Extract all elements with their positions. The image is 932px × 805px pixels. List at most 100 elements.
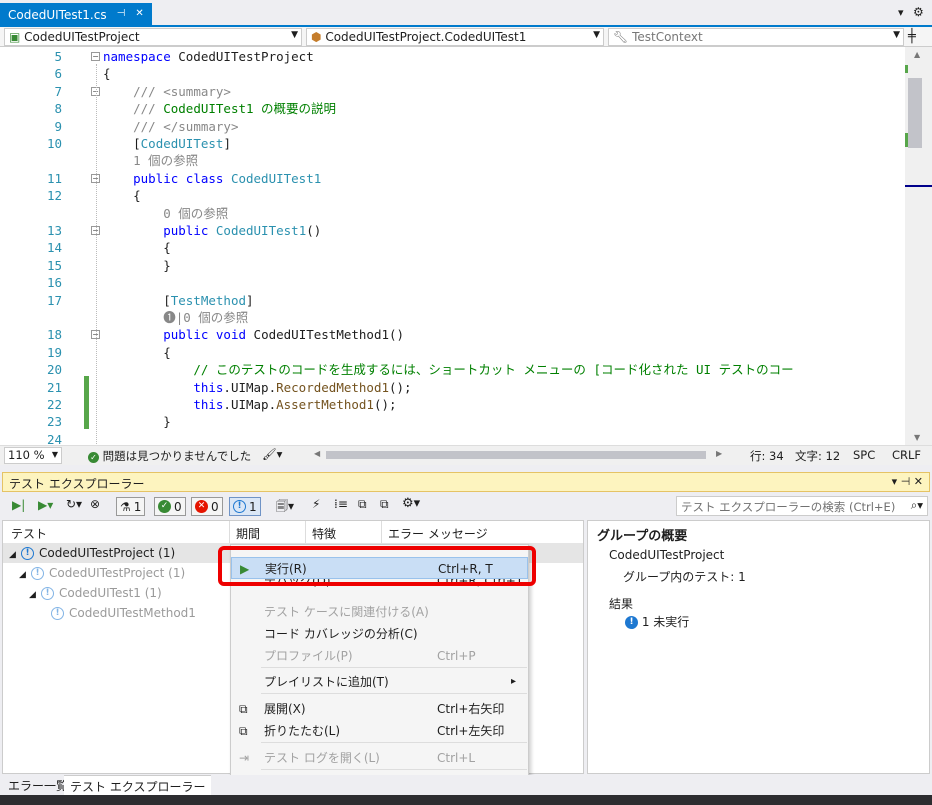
menu-item[interactable]: プレイリストに追加(T) ▸ [231, 671, 528, 693]
scroll-left-icon[interactable]: ◀ [314, 449, 320, 458]
close-icon[interactable]: ✕ [135, 8, 143, 22]
class-combo[interactable]: ⬢ CodedUITestProject.CodedUITest1 ▼ [306, 28, 604, 46]
split-window-icon[interactable]: ╪ [908, 29, 916, 44]
scroll-down-icon[interactable]: ▼ [914, 433, 920, 442]
code-text: [TestMethod] [103, 292, 254, 308]
code-line[interactable]: 9 /// </summary> [0, 118, 905, 135]
test-search-input[interactable]: テスト エクスプローラーの検索 (Ctrl+E) ⌕▾ [676, 496, 928, 516]
code-line[interactable]: 8 /// CodedUITest1 の概要の説明 [0, 100, 905, 117]
code-line[interactable]: 0 個の参照 [0, 205, 905, 222]
code-line[interactable]: 12 { [0, 187, 905, 204]
test-explorer-toolbar: ▶︎| ▶▾ ↻▾ ⊗ ⚗ 1 ✓ 0 ✕ 0 ! 1 🗐▾ ⚡ ⁞≡ ⧉ ⧉ … [2, 492, 930, 520]
collapse-all-icon[interactable]: ⧉ [380, 497, 389, 512]
code-line[interactable]: 6{ [0, 65, 905, 82]
code-line[interactable]: 23 } [0, 413, 905, 430]
playlist-icon[interactable]: 🗐▾ [276, 497, 294, 518]
total-tests-badge[interactable]: ⚗ 1 [116, 497, 146, 516]
line-number: 15 [46, 257, 62, 273]
passed-tests-badge[interactable]: ✓ 0 [154, 497, 186, 516]
run-all-icon[interactable]: ▶︎| [12, 498, 25, 512]
project-combo-value: CodedUITestProject [24, 30, 140, 44]
vertical-scrollbar[interactable]: ▲ ▼ [905, 47, 932, 445]
group-by-icon[interactable]: ⁞≡ [334, 497, 348, 511]
menu-item[interactable]: プロファイル(P) Ctrl+P [231, 645, 528, 667]
code-line[interactable]: 15 } [0, 257, 905, 274]
code-line[interactable]: 20 // このテストのコードを生成するには、ショートカット メニューの [コー… [0, 361, 905, 378]
code-line[interactable]: 14 { [0, 239, 905, 256]
menu-item[interactable]: ⧉ 展開(X) Ctrl+右矢印 [231, 698, 528, 720]
info-icon: ! [31, 567, 44, 580]
class-combo-value: CodedUITestProject.CodedUITest1 [325, 30, 527, 44]
code-text: [CodedUITest] [103, 136, 231, 151]
collapse-toggle-icon[interactable]: − [91, 52, 100, 61]
menu-item[interactable]: コード カバレッジの分析(C) [231, 623, 528, 645]
run-icon[interactable]: ▶▾ [38, 498, 53, 512]
search-placeholder: テスト エクスプローラーの検索 (Ctrl+E) [681, 500, 896, 514]
document-tab[interactable]: CodedUITest1.cs ⊣ ✕ [0, 3, 152, 27]
change-indicator [905, 65, 908, 73]
menu-item[interactable]: テスト ケースに関連付ける(A) [231, 601, 528, 623]
failed-tests-badge[interactable]: ✕ 0 [191, 497, 223, 516]
expand-arrow-icon[interactable]: ◢ [9, 545, 21, 565]
panel-controls[interactable]: ▾ ⊣ ✕ [892, 475, 923, 488]
notrun-tests-badge[interactable]: ! 1 [229, 497, 261, 516]
change-indicator [905, 133, 908, 147]
column-header-error-message[interactable]: エラー メッセージ [381, 521, 494, 543]
pin-icon[interactable]: ⊣ [117, 8, 126, 22]
test-tree-label: CodedUITestProject (1) [39, 546, 176, 560]
run-after-build-icon[interactable]: ⚡ [312, 497, 320, 511]
scroll-up-icon[interactable]: ▲ [914, 50, 920, 59]
tab-test-explorer[interactable]: テスト エクスプローラー [64, 775, 212, 795]
line-number: 14 [46, 240, 62, 256]
error-circle-icon: ✕ [195, 500, 208, 513]
code-line[interactable]: 22 this.UIMap.AssertMethod1(); [0, 396, 905, 413]
expand-arrow-icon[interactable]: ◢ [19, 565, 31, 585]
line-number: 23 [46, 414, 62, 430]
member-combo[interactable]: 🔧︎ TestContext ▼ [608, 28, 904, 46]
code-text: public void CodedUITestMethod1() [163, 327, 405, 343]
code-line[interactable]: 16 [0, 274, 905, 291]
cancel-run-icon[interactable]: ⊗ [90, 497, 100, 511]
code-line[interactable]: 5 − namespace CodedUITestProject [0, 48, 905, 65]
editor-status-bar: 110 % ▼ ✓ 問題は見つかりませんでした 🖌︎▾ ◀ ▶ 行: 34 文字… [0, 445, 932, 465]
document-tab-bar: CodedUITest1.cs ⊣ ✕ ▾ ⚙ [0, 0, 932, 27]
repeat-run-icon[interactable]: ↻▾ [66, 497, 82, 511]
expand-arrow-icon[interactable]: ◢ [29, 585, 41, 605]
code-line[interactable]: 7− /// <summary> [0, 83, 905, 100]
expand-all-icon[interactable]: ⧉ [358, 497, 367, 512]
document-tab-title: CodedUITest1.cs [8, 8, 107, 22]
column-header-duration[interactable]: 期間 [229, 521, 266, 543]
code-line[interactable]: 21 this.UIMap.RecordedMethod1(); [0, 379, 905, 396]
column-header-test[interactable]: テスト [5, 521, 53, 543]
code-editor[interactable]: 5− namespace CodedUITestProject 6{7− /// <… [0, 47, 932, 445]
code-text: } [103, 414, 171, 430]
code-line[interactable]: 18− public void CodedUITestMethod1() [0, 326, 905, 343]
menu-item-shortcut: Ctrl+左矢印 [437, 724, 505, 738]
settings-gear-icon[interactable]: ⚙▾ [402, 496, 420, 511]
column-header-traits[interactable]: 特徴 [305, 521, 342, 543]
chevron-down-icon: ▼ [893, 30, 900, 40]
horizontal-scroll-thumb[interactable] [326, 451, 706, 459]
project-combo[interactable]: ▣ CodedUITestProject ▼ [4, 28, 302, 46]
code-line[interactable]: 13− public CodedUITest1() [0, 222, 905, 239]
code-line[interactable]: 11− public class CodedUITest1 [0, 170, 905, 187]
code-line[interactable]: 10 [CodedUITest] [0, 135, 905, 152]
menu-item[interactable]: ⇥ テスト ログを開く(L) Ctrl+L [231, 747, 528, 769]
code-line[interactable]: 24 [0, 431, 905, 445]
zoom-combo[interactable]: 110 % ▼ [4, 447, 62, 464]
line-number: 22 [46, 397, 62, 412]
gear-icon[interactable]: ⚙ [913, 5, 924, 19]
scroll-thumb[interactable] [908, 78, 922, 148]
scroll-right-icon[interactable]: ▶ [716, 449, 722, 458]
code-line[interactable]: 19 { [0, 344, 905, 361]
code-line[interactable]: ❶|0 個の参照 [0, 309, 905, 326]
brush-icon[interactable]: 🖌︎▾ [262, 447, 282, 461]
line-number: 10 [46, 136, 62, 151]
tab-dropdown-icon[interactable]: ▾ [898, 6, 904, 19]
code-line[interactable]: 17 [TestMethod] [0, 292, 905, 309]
code-line[interactable]: 1 個の参照 [0, 152, 905, 169]
line-number: 20 [46, 362, 62, 378]
summary-heading: グループの概要 [597, 529, 688, 544]
menu-item[interactable]: ⧉ 折りたたむ(L) Ctrl+左矢印 [231, 720, 528, 742]
issues-indicator[interactable]: ✓ 問題は見つかりませんでした [88, 448, 251, 464]
